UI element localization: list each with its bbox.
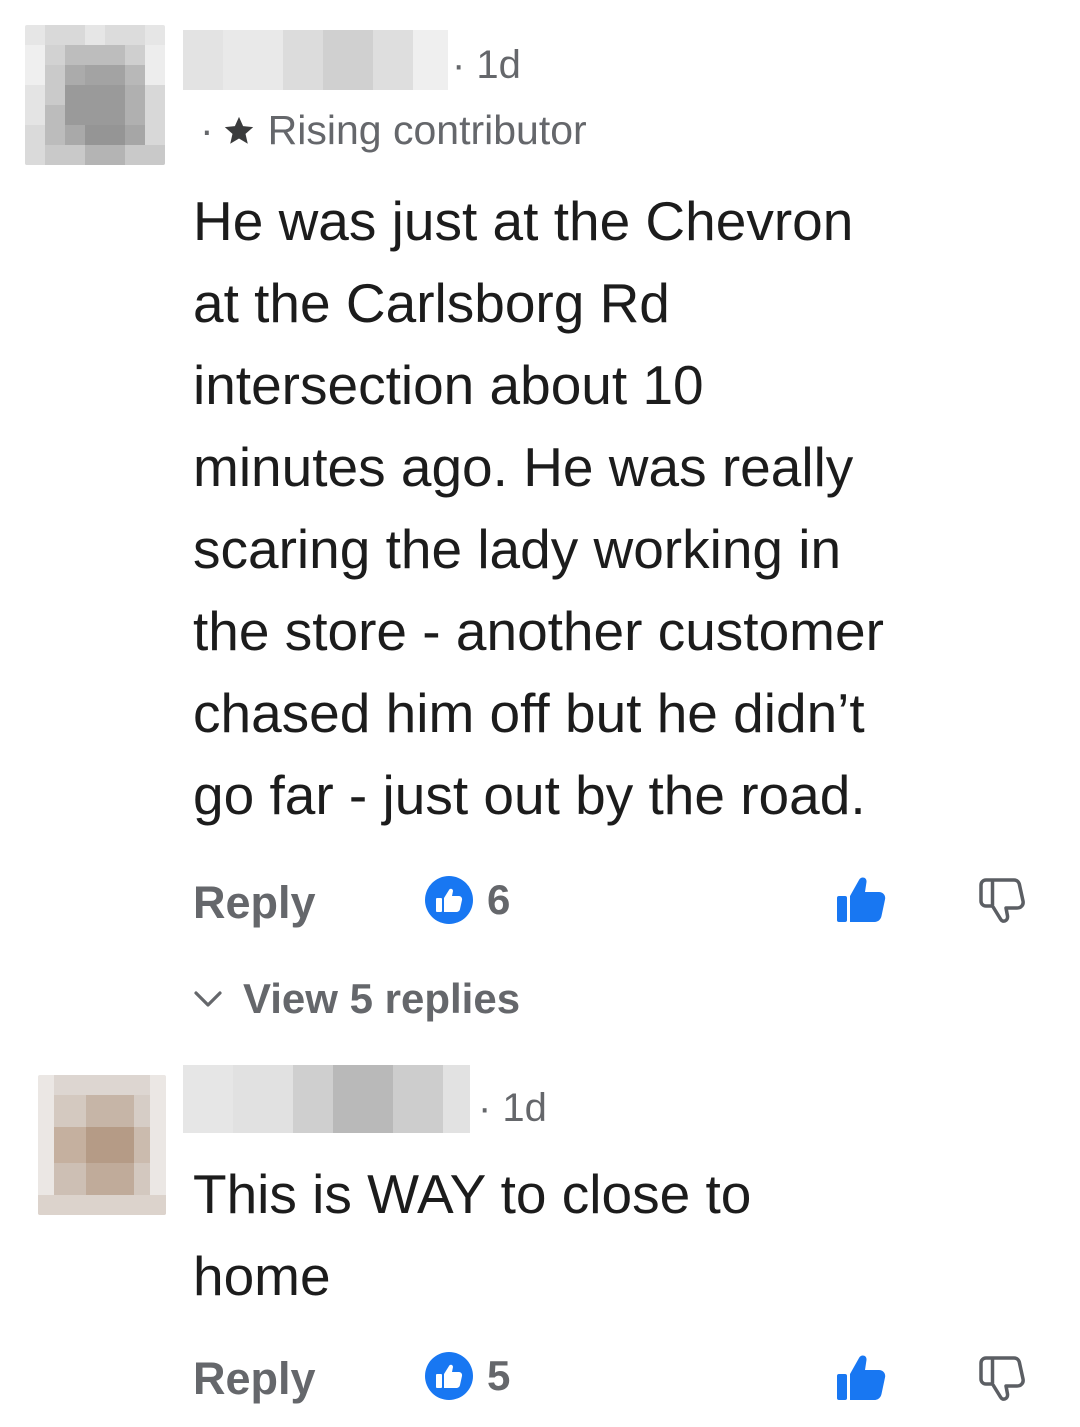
comment-line: scaring the lady working in [193, 518, 842, 580]
thumbs-up-icon[interactable] [835, 874, 887, 926]
view-replies-label: View 5 replies [243, 975, 521, 1022]
author-name-redacted[interactable] [183, 30, 448, 90]
comment-body: He was just at the Chevron at the Carlsb… [193, 180, 1053, 836]
reaction-summary[interactable]: 5 [425, 1352, 510, 1400]
contributor-badge: · Rising contributor [200, 110, 587, 151]
chevron-down-icon [194, 991, 222, 1007]
comment-timestamp[interactable]: · 1d [478, 1088, 547, 1128]
reply-button[interactable]: Reply [193, 880, 316, 925]
comment-line: He was just at the Chevron [193, 190, 854, 252]
comment-line: minutes ago. He was really [193, 436, 854, 498]
like-count: 6 [487, 876, 511, 923]
comment-line: intersection about 10 [193, 354, 704, 416]
avatar[interactable] [25, 25, 165, 165]
comment: · 1d This is WAY to close to home Reply … [0, 1060, 1080, 1427]
separator-dot: · [200, 107, 214, 153]
comment-actions: Reply 5 [0, 1350, 1080, 1410]
thumbs-down-icon[interactable] [977, 1354, 1027, 1404]
comment-timestamp[interactable]: · 1d [452, 45, 521, 85]
comment-line: chased him off but he didn’t [193, 682, 865, 744]
comment-line: at the Carlsborg Rd [193, 272, 670, 334]
thumbs-down-icon[interactable] [977, 876, 1027, 926]
comment-line: the store - another customer [193, 600, 884, 662]
reply-button[interactable]: Reply [193, 1356, 316, 1401]
author-name-redacted[interactable] [183, 1065, 470, 1133]
thumbs-up-icon[interactable] [835, 1352, 887, 1404]
reaction-summary[interactable]: 6 [425, 876, 510, 924]
like-count: 5 [487, 1352, 511, 1399]
like-badge-icon [425, 876, 473, 924]
comment-line: This is WAY to close to [193, 1163, 752, 1225]
badge-label: Rising contributor [267, 107, 587, 153]
comment-body: This is WAY to close to home [193, 1153, 1053, 1317]
star-icon [224, 116, 253, 144]
avatar[interactable] [38, 1075, 166, 1215]
like-badge-icon [425, 1352, 473, 1400]
comment-line: home [193, 1245, 331, 1307]
comment-actions: Reply 6 [0, 872, 1080, 932]
view-replies-link[interactable]: View 5 replies [193, 978, 520, 1020]
comment: · 1d · Rising contributor He was just at… [0, 0, 1080, 1060]
comment-line: go far - just out by the road. [193, 764, 866, 826]
